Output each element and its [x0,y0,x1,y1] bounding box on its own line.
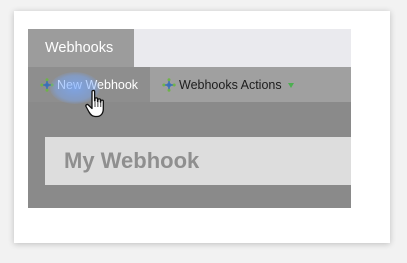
hand-pointer-icon [84,89,108,119]
app-window: Webhooks New Webhook [28,29,351,208]
page-title: My Webhook [45,137,351,185]
webhook-icon [162,77,176,92]
content-area: My Webhook [28,102,351,208]
tab-bar: Webhooks [28,29,351,67]
webhooks-actions-menu[interactable]: Webhooks Actions [150,67,300,102]
chevron-down-icon[interactable] [287,83,294,88]
tab-webhooks[interactable]: Webhooks [28,29,134,67]
webhooks-actions-label: Webhooks Actions [179,77,282,92]
